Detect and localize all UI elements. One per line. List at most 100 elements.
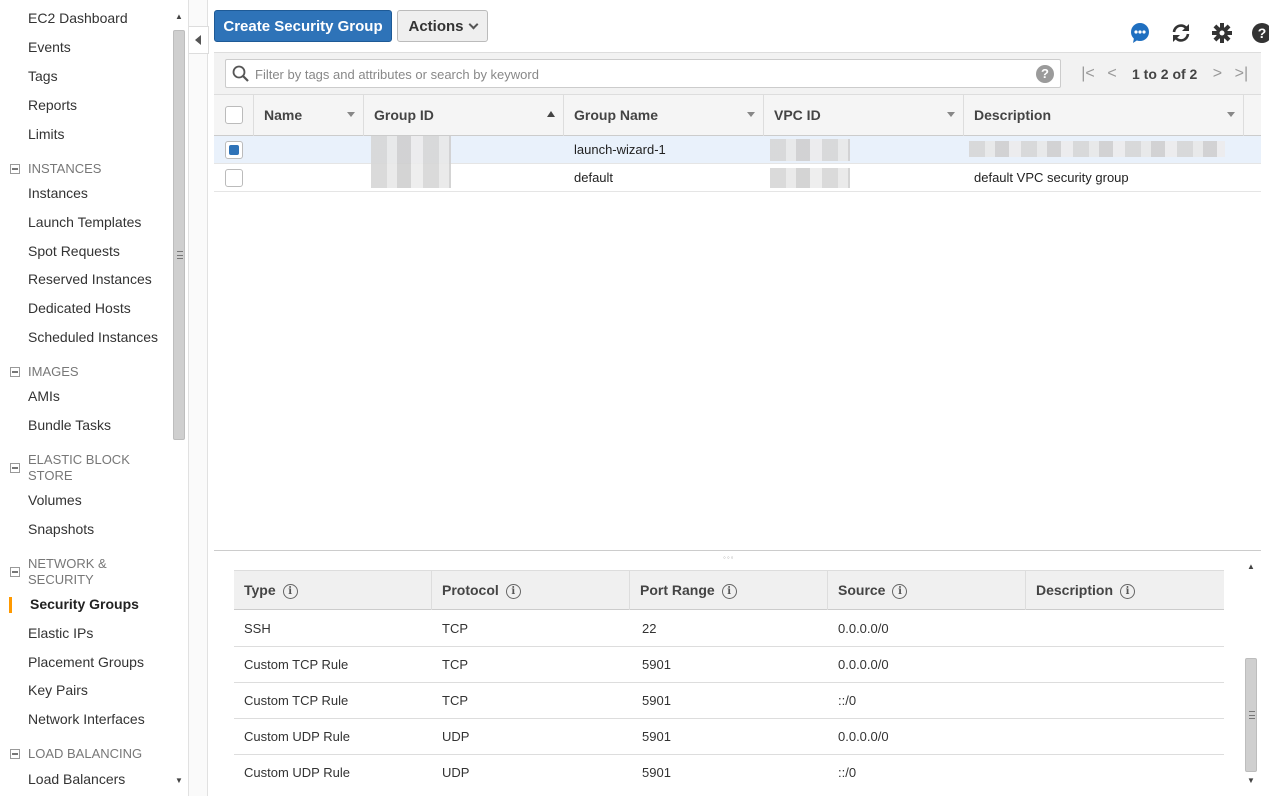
nav-launch-templates[interactable]: Launch Templates bbox=[28, 214, 141, 230]
rule-protocol: TCP bbox=[442, 657, 468, 672]
pagination-text: 1 to 2 of 2 bbox=[1132, 66, 1198, 82]
nav-scheduled-instances[interactable]: Scheduled Instances bbox=[28, 329, 158, 345]
nav-reports[interactable]: Reports bbox=[28, 97, 77, 113]
nav-tags[interactable]: Tags bbox=[28, 68, 58, 84]
collapse-icon bbox=[10, 567, 20, 577]
section-images[interactable]: IMAGES bbox=[10, 364, 170, 380]
nav-ec2-dashboard[interactable]: EC2 Dashboard bbox=[28, 10, 128, 26]
active-indicator bbox=[9, 597, 12, 613]
info-icon[interactable]: i bbox=[282, 584, 298, 599]
scroll-up-icon[interactable]: ▲ bbox=[1247, 562, 1255, 571]
table-row[interactable]: launch-wizard-1 bbox=[214, 136, 1261, 164]
rule-source: 0.0.0.0/0 bbox=[838, 729, 889, 744]
row-checkbox[interactable] bbox=[225, 141, 243, 159]
last-page-icon[interactable]: >| bbox=[1229, 65, 1253, 83]
gear-icon[interactable] bbox=[1211, 22, 1233, 44]
filter-bar: ? |< < 1 to 2 of 2 > >| bbox=[214, 52, 1261, 94]
nav-security-groups[interactable]: Security Groups bbox=[30, 596, 139, 612]
column-header-group-id[interactable]: Group ID bbox=[364, 95, 564, 136]
info-icon[interactable]: i bbox=[721, 584, 737, 599]
column-header-description[interactable]: Description bbox=[964, 95, 1244, 136]
info-icon[interactable]: i bbox=[505, 584, 521, 599]
column-header-label: Group ID bbox=[374, 107, 434, 123]
search-help-icon[interactable]: ? bbox=[1036, 65, 1054, 83]
rule-type: Custom TCP Rule bbox=[244, 657, 349, 672]
redacted-vpc-id bbox=[770, 139, 850, 161]
panel-splitter[interactable] bbox=[214, 550, 1261, 551]
help-icon[interactable]: ? bbox=[1251, 22, 1269, 44]
scroll-down-icon[interactable]: ▼ bbox=[1247, 776, 1255, 785]
nav-volumes[interactable]: Volumes bbox=[28, 492, 82, 508]
info-icon[interactable]: i bbox=[1120, 584, 1136, 599]
sort-icon bbox=[747, 112, 755, 117]
rule-source: 0.0.0.0/0 bbox=[838, 657, 889, 672]
refresh-icon[interactable] bbox=[1170, 22, 1192, 44]
redacted-group-id bbox=[371, 136, 451, 164]
column-header-name[interactable]: Name bbox=[254, 95, 364, 136]
rule-source: ::/0 bbox=[838, 693, 857, 708]
sort-icon bbox=[347, 112, 355, 117]
section-load-balancing[interactable]: LOAD BALANCING bbox=[10, 746, 170, 762]
nav-key-pairs[interactable]: Key Pairs bbox=[28, 682, 88, 698]
rules-col-label: Port Range bbox=[640, 582, 715, 598]
scroll-down-icon[interactable]: ▼ bbox=[175, 776, 183, 785]
nav-reserved-instances[interactable]: Reserved Instances bbox=[28, 271, 152, 287]
redacted-vpc-id bbox=[770, 168, 850, 188]
row-checkbox[interactable] bbox=[225, 169, 243, 187]
detail-scrollbar[interactable]: ▲ ▼ bbox=[1243, 560, 1259, 790]
scrollbar-thumb[interactable] bbox=[1245, 658, 1257, 772]
create-security-group-button[interactable]: Create Security Group bbox=[214, 10, 392, 42]
info-icon[interactable]: i bbox=[892, 584, 908, 599]
collapse-icon bbox=[10, 463, 20, 473]
collapse-sidebar-icon[interactable] bbox=[189, 26, 209, 54]
nav-snapshots[interactable]: Snapshots bbox=[28, 521, 94, 537]
nav-bundle-tasks[interactable]: Bundle Tasks bbox=[28, 417, 111, 433]
splitter-grip-icon[interactable]: ◦◦◦ bbox=[723, 553, 735, 562]
first-page-icon[interactable]: |< bbox=[1076, 65, 1100, 83]
nav-spot-requests[interactable]: Spot Requests bbox=[28, 243, 120, 259]
rule-protocol: UDP bbox=[442, 729, 470, 744]
rule-row: Custom UDP Rule UDP 5901 ::/0 bbox=[234, 755, 1224, 791]
nav-limits[interactable]: Limits bbox=[28, 126, 65, 142]
scroll-up-icon[interactable]: ▲ bbox=[175, 12, 183, 21]
rule-row: Custom UDP Rule UDP 5901 0.0.0.0/0 bbox=[234, 719, 1224, 755]
nav-network-interfaces[interactable]: Network Interfaces bbox=[28, 711, 145, 727]
column-header-label: Name bbox=[264, 107, 303, 123]
nav-load-balancers[interactable]: Load Balancers bbox=[28, 771, 125, 787]
row-description: default VPC security group bbox=[974, 170, 1129, 185]
rule-source: ::/0 bbox=[838, 765, 857, 780]
prev-page-icon[interactable]: < bbox=[1100, 65, 1124, 83]
section-network-security[interactable]: NETWORK & SECURITY bbox=[10, 556, 170, 588]
rules-col-label: Description bbox=[1036, 582, 1114, 598]
nav-instances[interactable]: Instances bbox=[28, 185, 88, 201]
chat-icon[interactable] bbox=[1129, 22, 1151, 44]
section-elastic-block-store[interactable]: ELASTIC BLOCK STORE bbox=[10, 452, 170, 484]
select-all-checkbox[interactable] bbox=[225, 106, 243, 124]
column-header-group-name[interactable]: Group Name bbox=[564, 95, 764, 136]
rule-row: Custom TCP Rule TCP 5901 ::/0 bbox=[234, 683, 1224, 719]
sidebar-scrollbar[interactable]: ▲ ▼ bbox=[172, 8, 186, 790]
nav-events[interactable]: Events bbox=[28, 39, 71, 55]
nav-amis[interactable]: AMIs bbox=[28, 388, 60, 404]
table-row[interactable]: default default VPC security group bbox=[214, 164, 1261, 192]
rule-row: Custom TCP Rule TCP 5901 0.0.0.0/0 bbox=[234, 647, 1224, 683]
rule-port: 5901 bbox=[642, 693, 671, 708]
next-page-icon[interactable]: > bbox=[1205, 65, 1229, 83]
rule-type: Custom UDP Rule bbox=[244, 765, 350, 780]
scrollbar-thumb[interactable] bbox=[173, 30, 185, 440]
nav-dedicated-hosts[interactable]: Dedicated Hosts bbox=[28, 300, 131, 316]
column-header-label: VPC ID bbox=[774, 107, 821, 123]
nav-elastic-ips[interactable]: Elastic IPs bbox=[28, 625, 93, 641]
column-header-vpc-id[interactable]: VPC ID bbox=[764, 95, 964, 136]
actions-button[interactable]: Actions bbox=[397, 10, 488, 42]
rules-col-source: Source i bbox=[828, 571, 1026, 610]
rule-port: 22 bbox=[642, 621, 657, 636]
select-all-cell bbox=[214, 95, 254, 136]
rules-col-label: Protocol bbox=[442, 582, 499, 598]
column-header-label: Group Name bbox=[574, 107, 659, 123]
nav-placement-groups[interactable]: Placement Groups bbox=[28, 654, 144, 670]
search-input[interactable] bbox=[255, 64, 1015, 84]
section-instances[interactable]: INSTANCES bbox=[10, 161, 170, 177]
rule-row: SSH TCP 22 0.0.0.0/0 bbox=[234, 611, 1224, 647]
grid-header: Name Group ID Group Name VPC ID Descript… bbox=[214, 94, 1261, 136]
